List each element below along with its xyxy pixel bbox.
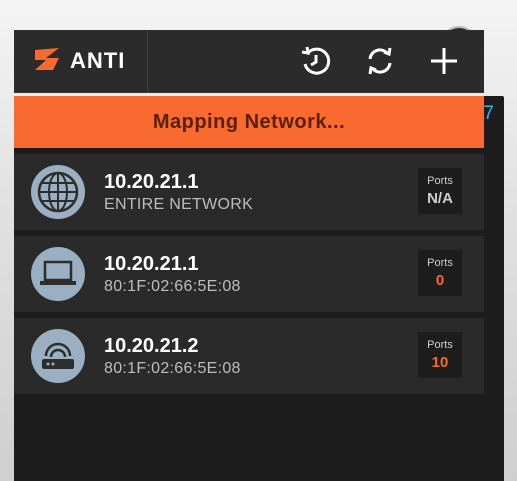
host-ip: 10.20.21.1 (104, 171, 199, 193)
ports-value: N/A (427, 190, 453, 207)
router-icon (31, 329, 85, 383)
laptop-icon (31, 247, 85, 301)
ports-box: Ports 10 (418, 332, 462, 378)
ports-label: Ports (427, 175, 453, 187)
action-bar: ANTI (14, 30, 484, 93)
host-ip: 10.20.21.2 (104, 335, 199, 357)
phone-frame: H 10:07 ANTI (0, 0, 517, 481)
host-subtitle: 80:1F:02:66:5E:08 (104, 360, 241, 377)
app-brand[interactable]: ANTI (14, 30, 148, 92)
app-title: ANTI (70, 48, 126, 73)
history-button[interactable] (284, 30, 348, 92)
add-button[interactable] (412, 30, 476, 92)
plus-icon (431, 48, 457, 74)
mapping-banner: Mapping Network... (14, 96, 484, 148)
list-item[interactable]: 10.20.21.1 ENTIRE NETWORK Ports N/A (14, 154, 484, 230)
host-subtitle: 80:1F:02:66:5E:08 (104, 278, 241, 295)
list-item[interactable]: 10.20.21.1 80:1F:02:66:5E:08 Ports 0 (14, 236, 484, 312)
refresh-icon (368, 47, 392, 75)
list-item[interactable]: 10.20.21.2 80:1F:02:66:5E:08 Ports 10 (14, 318, 484, 394)
host-ip: 10.20.21.1 (104, 253, 199, 275)
globe-icon (31, 165, 85, 219)
history-icon (301, 46, 331, 75)
ports-label: Ports (427, 257, 453, 269)
ports-box: Ports 0 (418, 250, 462, 296)
ports-value: 10 (431, 354, 449, 371)
host-subtitle: ENTIRE NETWORK (104, 196, 254, 213)
refresh-button[interactable] (348, 30, 412, 92)
ports-label: Ports (427, 339, 453, 351)
host-list: 10.20.21.1 ENTIRE NETWORK Ports N/A 10.2… (14, 154, 484, 400)
anti-logo-icon (32, 46, 62, 77)
ports-value: 0 (435, 272, 445, 289)
banner-text: Mapping Network... (152, 110, 346, 133)
ports-box: Ports N/A (418, 168, 462, 214)
